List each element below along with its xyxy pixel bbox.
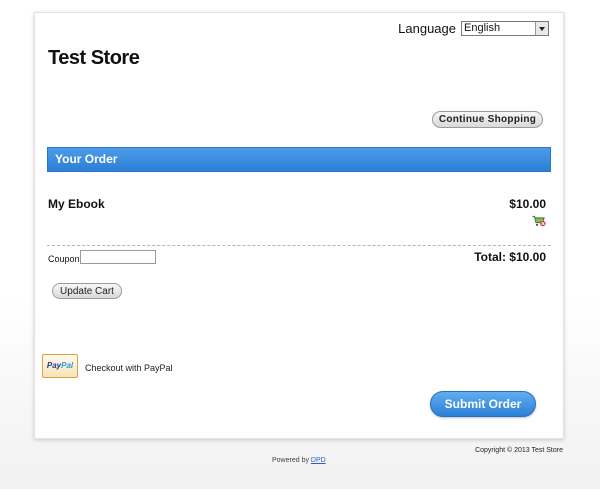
paypal-logo[interactable]: PayPal xyxy=(42,354,78,378)
coupon-label: Coupon xyxy=(48,254,80,264)
update-cart-button[interactable]: Update Cart xyxy=(52,283,122,299)
order-divider xyxy=(47,245,551,246)
language-selector-row: Language English xyxy=(398,21,549,36)
store-card: Language English Test Store Continue Sho… xyxy=(34,12,564,439)
continue-shopping-button[interactable]: Continue Shopping xyxy=(432,111,543,128)
submit-order-button[interactable]: Submit Order xyxy=(430,391,536,417)
powered-by-link[interactable]: DPD xyxy=(311,457,326,464)
powered-by: Powered by DPD xyxy=(272,457,326,464)
item-price: $10.00 xyxy=(509,197,546,211)
language-select[interactable]: English xyxy=(461,21,549,36)
language-label: Language xyxy=(398,21,456,36)
order-total: Total: $10.00 xyxy=(474,250,546,264)
copyright-text: Copyright © 2013 Test Store xyxy=(475,447,563,454)
paypal-checkout-text: Checkout with PayPal xyxy=(85,363,173,373)
item-name: My Ebook xyxy=(48,197,105,211)
paypal-logo-pay: Pay xyxy=(46,361,62,370)
chevron-down-icon[interactable] xyxy=(535,22,548,35)
powered-by-prefix: Powered by xyxy=(272,457,309,464)
language-selected-value: English xyxy=(464,22,501,34)
store-title: Test Store xyxy=(48,47,140,69)
cart-remove-icon[interactable] xyxy=(532,215,546,227)
your-order-header: Your Order xyxy=(47,147,551,172)
coupon-input[interactable] xyxy=(80,250,156,264)
paypal-logo-pal: Pal xyxy=(61,361,74,370)
